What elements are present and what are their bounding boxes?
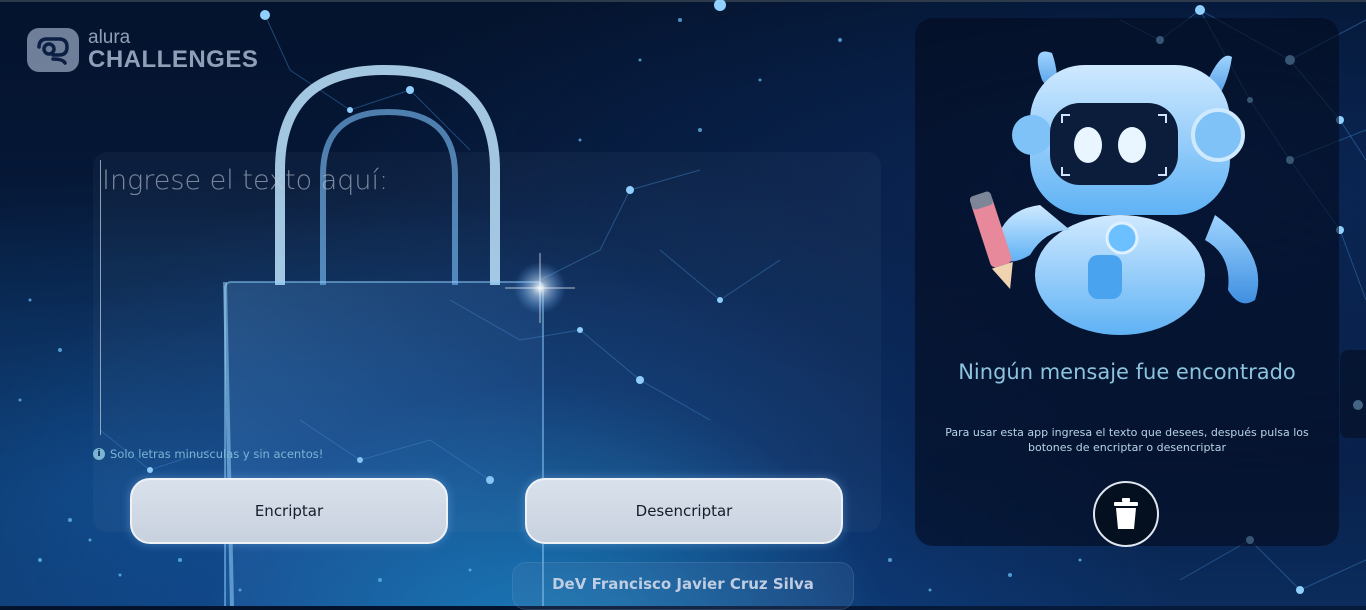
alura-logo-icon <box>27 28 79 72</box>
robot-illustration <box>970 51 1259 335</box>
input-hint: i Solo letras minusculas y sin acentos! <box>93 447 323 461</box>
brand-line1: alura <box>88 27 131 48</box>
decrypt-button[interactable]: Desencriptar <box>525 478 843 544</box>
output-description: Para usar esta app ingresa el texto que … <box>945 426 1309 454</box>
side-panel-edge <box>1340 350 1366 438</box>
brand-line2: CHALLENGES <box>88 46 259 73</box>
trash-icon <box>1114 498 1138 529</box>
clear-button[interactable] <box>1093 481 1159 547</box>
hint-text: Solo letras minusculas y sin acentos! <box>110 447 324 461</box>
output-title: Ningún mensaje fue encontrado <box>958 360 1296 384</box>
encrypt-button[interactable]: Encriptar <box>130 478 448 544</box>
brand-text: alura CHALLENGES <box>88 28 258 72</box>
info-icon: i <box>93 448 105 460</box>
alura-challenges-logo: alura CHALLENGES <box>27 28 258 72</box>
text-input[interactable] <box>100 160 862 435</box>
footer-credit: DeV Francisco Javier Cruz Silva <box>512 562 854 610</box>
